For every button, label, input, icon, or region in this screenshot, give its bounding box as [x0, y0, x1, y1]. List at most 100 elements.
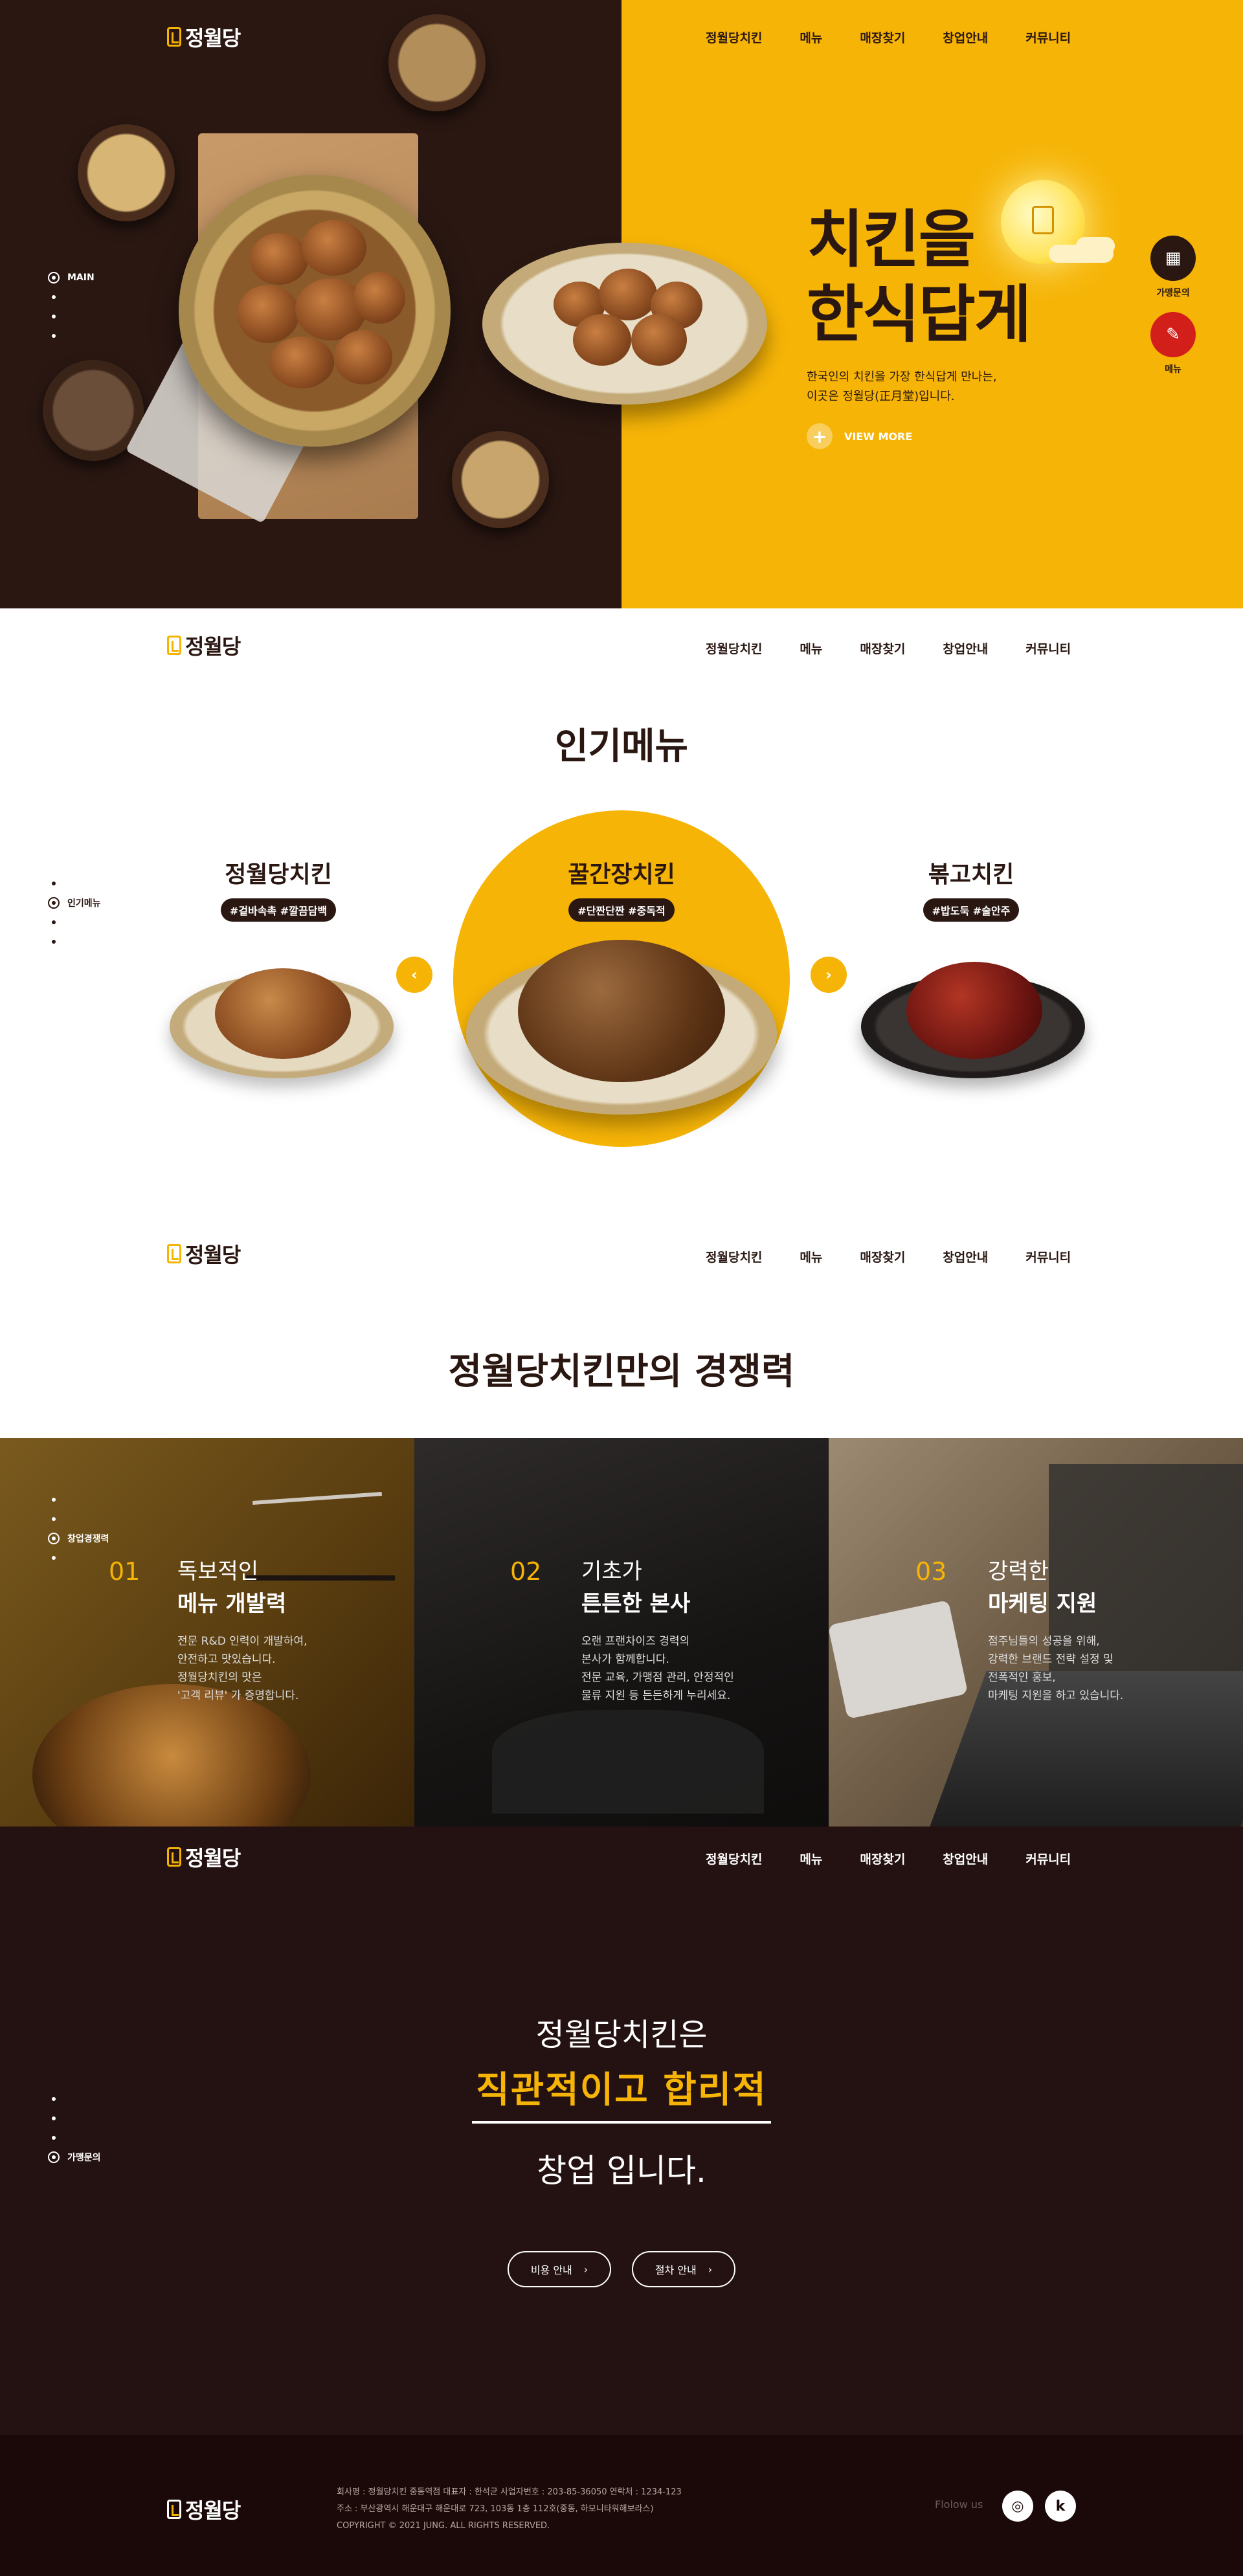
carousel-next-button[interactable]: ›: [811, 957, 847, 993]
nav-item-brand[interactable]: 정월당치킨: [706, 1248, 762, 1265]
nav-item-startup[interactable]: 창업안내: [943, 1248, 988, 1265]
pager-dot[interactable]: [48, 326, 95, 346]
features-header: 정월당 정월당치킨 메뉴 매장찾기 창업안내 커뮤니티 정월당치킨만의 경쟁력: [0, 1217, 1243, 1438]
process-guide-button[interactable]: 절차 안내 ›: [632, 2251, 735, 2287]
menu-card-2[interactable]: 꿀간장치킨 #단짠단짠 #중독적: [511, 856, 732, 922]
site-logo[interactable]: 정월당: [167, 1239, 241, 1269]
pager-dot[interactable]: [48, 1509, 109, 1529]
millet-bowl: [452, 431, 549, 528]
nav-item-stores[interactable]: 매장찾기: [860, 639, 905, 657]
chevron-right-icon: ›: [825, 966, 832, 984]
main-nav: 정월당치킨 메뉴 매장찾기 창업안내 커뮤니티: [706, 28, 1071, 46]
feature-title-line1: 기초가: [581, 1559, 642, 1584]
nav-item-menu[interactable]: 메뉴: [800, 28, 822, 46]
nav-item-brand[interactable]: 정월당치킨: [706, 28, 762, 46]
menu-image-3[interactable]: [861, 962, 1085, 1078]
feature-number: 02: [510, 1557, 542, 1586]
logo-text: 정월당: [185, 1243, 241, 1267]
pager-label: 창업경쟁력: [67, 1534, 109, 1544]
nav-item-stores[interactable]: 매장찾기: [860, 28, 905, 46]
pager-dot[interactable]: [48, 307, 95, 326]
footer-logo[interactable]: 정월당: [167, 2494, 241, 2524]
nav-item-community[interactable]: 커뮤니티: [1025, 28, 1071, 46]
follow-us-label: Flolow us: [935, 2498, 983, 2511]
view-more-label: VIEW MORE: [844, 430, 913, 443]
menu-image-1[interactable]: [170, 968, 394, 1078]
site-footer: 정월당 회사명 : 정월당치킨 중동역점 대표자 : 한석균 사업자번호 : 2…: [0, 2435, 1243, 2576]
nav-item-community[interactable]: 커뮤니티: [1025, 1248, 1071, 1265]
carousel-prev-button[interactable]: ‹: [396, 957, 432, 993]
desc-line: '고객 리뷰' 가 증명합니다.: [177, 1689, 299, 1702]
logo-mark-icon: [167, 1847, 181, 1867]
nav-item-stores[interactable]: 매장찾기: [860, 1248, 905, 1265]
nav-item-startup[interactable]: 창업안내: [943, 1850, 988, 1867]
desc-line: 전문 R&D 인력이 개발하여,: [177, 1635, 308, 1648]
feature-number: 01: [109, 1557, 140, 1586]
desc-line: 오랜 프랜차이즈 경력의: [581, 1635, 690, 1648]
phone-shape: [829, 1599, 969, 1720]
menu-tag: #밥도둑 #술안주: [923, 898, 1020, 922]
pager-dot[interactable]: [48, 874, 101, 893]
startup-line1: 정월당치킨은: [535, 2017, 708, 2053]
feature-tile-2: 02 기초가 튼튼한 본사 오랜 프랜차이즈 경력의 본사가 함께합니다. 전문…: [414, 1438, 829, 1827]
quick-franchise-button[interactable]: ▦ 가맹문의: [1150, 236, 1196, 299]
feature-number: 03: [915, 1557, 947, 1586]
pager-dot[interactable]: [48, 1548, 109, 1568]
startup-section: 정월당 정월당치킨 메뉴 매장찾기 창업안내 커뮤니티 가맹문의 정월당치킨은 …: [0, 1827, 1243, 2435]
quick-menu-label: 메뉴: [1165, 364, 1181, 375]
startup-highlight: 직관적이고 합리적: [472, 2061, 771, 2124]
nav-item-community[interactable]: 커뮤니티: [1025, 1850, 1071, 1867]
site-logo[interactable]: 정월당: [167, 630, 241, 660]
chevron-left-icon: ‹: [411, 966, 418, 984]
chopsticks-shape: [246, 1575, 395, 1581]
pager-dot[interactable]: [48, 913, 101, 932]
nav-item-startup[interactable]: 창업안내: [943, 28, 988, 46]
chevron-right-icon: ›: [708, 2263, 713, 2276]
nav-item-menu[interactable]: 메뉴: [800, 639, 822, 657]
hero-desc-line1: 한국인의 치킨을 가장 한식답게 만나는,: [807, 370, 997, 384]
process-guide-label: 절차 안내: [655, 2264, 697, 2276]
pager-label: MAIN: [67, 272, 95, 283]
nav-item-community[interactable]: 커뮤니티: [1025, 639, 1071, 657]
instagram-icon[interactable]: ◎: [1002, 2491, 1033, 2522]
quick-franchise-label: 가맹문의: [1156, 288, 1190, 298]
cost-guide-label: 비용 안내: [530, 2264, 572, 2276]
menu-card-3[interactable]: 볶고치킨 #밥도둑 #술안주: [861, 856, 1081, 922]
store-icon: ▦: [1150, 236, 1196, 281]
quick-menu-button[interactable]: ✎ 메뉴: [1150, 312, 1196, 375]
pager-dot-main[interactable]: MAIN: [48, 268, 95, 287]
logo-text: 정월당: [185, 634, 241, 659]
feature-description: 전문 R&D 인력이 개발하여, 안전하고 맛있습니다. 정월당치킨의 맛은 '…: [177, 1632, 308, 1705]
pager-dot-active[interactable]: 창업경쟁력: [48, 1529, 109, 1548]
site-logo[interactable]: 정월당: [167, 1842, 241, 1872]
stew-pot-image: [32, 1684, 311, 1827]
nav-item-brand[interactable]: 정월당치킨: [706, 1850, 762, 1867]
pager-dot-active[interactable]: 인기메뉴: [48, 893, 101, 913]
cost-guide-button[interactable]: 비용 안내 ›: [508, 2251, 611, 2287]
feature-description: 오랜 프랜차이즈 경력의 본사가 함께합니다. 전문 교육, 가맹점 관리, 안…: [581, 1632, 734, 1705]
logo-text: 정월당: [185, 26, 241, 50]
view-more-button[interactable]: + VIEW MORE: [807, 423, 912, 449]
pager-dot[interactable]: [48, 1490, 109, 1509]
desc-line: 본사가 함께합니다.: [581, 1653, 669, 1666]
nav-item-menu[interactable]: 메뉴: [800, 1248, 822, 1265]
logo-mark-icon: [167, 636, 181, 655]
main-nav: 정월당치킨 메뉴 매장찾기 창업안내 커뮤니티: [706, 1248, 1071, 1265]
drumstick-icon: ✎: [1150, 312, 1196, 357]
company-address: 주소 : 부산광역시 해운대구 해운대로 723, 103동 1층 112호(중…: [337, 2504, 654, 2514]
pager-dot[interactable]: [48, 932, 101, 951]
feature-tile-1: 창업경쟁력 01 독보적인 메뉴 개발력 전문 R&D 인력이 개발하여, 안전…: [0, 1438, 414, 1827]
nav-item-stores[interactable]: 매장찾기: [860, 1850, 905, 1867]
main-nav: 정월당치킨 메뉴 매장찾기 창업안내 커뮤니티: [706, 639, 1071, 657]
menu-card-1[interactable]: 정월당치킨 #겉바속촉 #깔끔담백: [168, 856, 388, 922]
kakao-icon[interactable]: k: [1045, 2491, 1076, 2522]
site-logo[interactable]: 정월당: [167, 22, 241, 52]
desc-line: 정월당치킨의 맛은: [177, 1671, 262, 1684]
desc-line: 강력한 브랜드 전략 설정 및: [988, 1653, 1114, 1666]
nav-item-brand[interactable]: 정월당치킨: [706, 639, 762, 657]
pager-dot[interactable]: [48, 287, 95, 307]
nav-item-menu[interactable]: 메뉴: [800, 1850, 822, 1867]
hero-chicken-plate-image: [482, 243, 767, 405]
nav-item-startup[interactable]: 창업안내: [943, 639, 988, 657]
menu-image-2[interactable]: [466, 940, 777, 1115]
